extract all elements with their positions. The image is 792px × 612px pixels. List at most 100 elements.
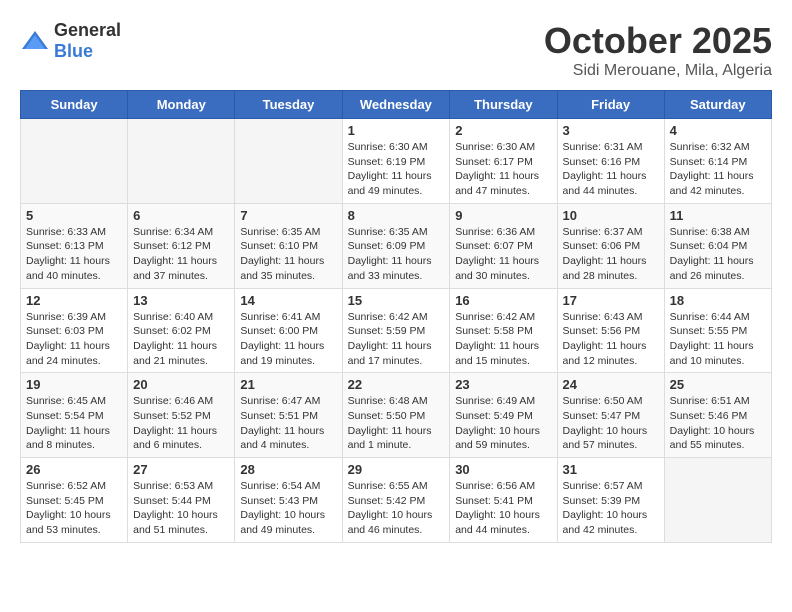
day-number: 6	[133, 208, 229, 223]
table-row: 9 Sunrise: 6:36 AM Sunset: 6:07 PM Daylig…	[450, 203, 557, 288]
day-info: Sunrise: 6:50 AM Sunset: 5:47 PM Dayligh…	[563, 394, 659, 453]
table-row: 31 Sunrise: 6:57 AM Sunset: 5:39 PM Dayli…	[557, 458, 664, 543]
logo-icon	[20, 29, 50, 53]
day-number: 1	[348, 123, 445, 138]
day-number: 7	[240, 208, 336, 223]
day-info: Sunrise: 6:40 AM Sunset: 6:02 PM Dayligh…	[133, 310, 229, 369]
day-number: 13	[133, 293, 229, 308]
table-row	[21, 119, 128, 204]
table-row: 3Sunrise: 6:31 AM Sunset: 6:16 PM Daylig…	[557, 119, 664, 204]
day-info: Sunrise: 6:49 AM Sunset: 5:49 PM Dayligh…	[455, 394, 551, 453]
day-info: Sunrise: 6:32 AM Sunset: 6:14 PM Dayligh…	[670, 140, 766, 199]
day-info: Sunrise: 6:42 AM Sunset: 5:58 PM Dayligh…	[455, 310, 551, 369]
day-number: 20	[133, 377, 229, 392]
table-row: 12Sunrise: 6:39 AM Sunset: 6:03 PM Dayli…	[21, 288, 128, 373]
day-number: 15	[348, 293, 445, 308]
day-number: 11	[670, 208, 766, 223]
month-title: October 2025	[544, 20, 772, 62]
day-number: 22	[348, 377, 445, 392]
table-row: 20 Sunrise: 6:46 AM Sunset: 5:52 PM Dayli…	[128, 373, 235, 458]
day-number: 16	[455, 293, 551, 308]
day-number: 14	[240, 293, 336, 308]
day-number: 12	[26, 293, 122, 308]
calendar-week-row: 1 Sunrise: 6:30 AM Sunset: 6:19 PM Daylig…	[21, 119, 772, 204]
day-number: 30	[455, 462, 551, 477]
calendar-week-row: 12Sunrise: 6:39 AM Sunset: 6:03 PM Dayli…	[21, 288, 772, 373]
logo: General Blue	[20, 20, 121, 62]
day-info: Sunrise: 6:42 AM Sunset: 5:59 PM Dayligh…	[348, 310, 445, 369]
calendar-week-row: 19Sunrise: 6:45 AM Sunset: 5:54 PM Dayli…	[21, 373, 772, 458]
day-info: Sunrise: 6:38 AM Sunset: 6:04 PM Dayligh…	[670, 225, 766, 284]
table-row: 11 Sunrise: 6:38 AM Sunset: 6:04 PM Dayli…	[664, 203, 771, 288]
table-row: 15 Sunrise: 6:42 AM Sunset: 5:59 PM Dayli…	[342, 288, 450, 373]
day-info: Sunrise: 6:31 AM Sunset: 6:16 PM Dayligh…	[563, 140, 659, 199]
col-saturday: Saturday	[664, 91, 771, 119]
table-row: 18Sunrise: 6:44 AM Sunset: 5:55 PM Dayli…	[664, 288, 771, 373]
table-row	[235, 119, 342, 204]
day-info: Sunrise: 6:35 AM Sunset: 6:09 PM Dayligh…	[348, 225, 445, 284]
table-row: 24 Sunrise: 6:50 AM Sunset: 5:47 PM Dayli…	[557, 373, 664, 458]
table-row: 1 Sunrise: 6:30 AM Sunset: 6:19 PM Daylig…	[342, 119, 450, 204]
day-info: Sunrise: 6:30 AM Sunset: 6:17 PM Dayligh…	[455, 140, 551, 199]
calendar-header-row: Sunday Monday Tuesday Wednesday Thursday…	[21, 91, 772, 119]
table-row: 17 Sunrise: 6:43 AM Sunset: 5:56 PM Dayli…	[557, 288, 664, 373]
day-number: 25	[670, 377, 766, 392]
day-number: 17	[563, 293, 659, 308]
table-row: 22Sunrise: 6:48 AM Sunset: 5:50 PM Dayli…	[342, 373, 450, 458]
day-info: Sunrise: 6:34 AM Sunset: 6:12 PM Dayligh…	[133, 225, 229, 284]
day-number: 10	[563, 208, 659, 223]
day-info: Sunrise: 6:51 AM Sunset: 5:46 PM Dayligh…	[670, 394, 766, 453]
col-friday: Friday	[557, 91, 664, 119]
day-info: Sunrise: 6:45 AM Sunset: 5:54 PM Dayligh…	[26, 394, 122, 453]
table-row	[664, 458, 771, 543]
calendar-week-row: 26 Sunrise: 6:52 AM Sunset: 5:45 PM Dayli…	[21, 458, 772, 543]
day-info: Sunrise: 6:47 AM Sunset: 5:51 PM Dayligh…	[240, 394, 336, 453]
day-number: 9	[455, 208, 551, 223]
day-number: 23	[455, 377, 551, 392]
logo-blue: Blue	[54, 41, 93, 61]
day-info: Sunrise: 6:43 AM Sunset: 5:56 PM Dayligh…	[563, 310, 659, 369]
col-wednesday: Wednesday	[342, 91, 450, 119]
day-number: 8	[348, 208, 445, 223]
day-info: Sunrise: 6:52 AM Sunset: 5:45 PM Dayligh…	[26, 479, 122, 538]
table-row: 25 Sunrise: 6:51 AM Sunset: 5:46 PM Dayli…	[664, 373, 771, 458]
day-info: Sunrise: 6:30 AM Sunset: 6:19 PM Dayligh…	[348, 140, 445, 199]
table-row: 14 Sunrise: 6:41 AM Sunset: 6:00 PM Dayli…	[235, 288, 342, 373]
header: General Blue October 2025 Sidi Merouane,…	[20, 20, 772, 80]
table-row: 21 Sunrise: 6:47 AM Sunset: 5:51 PM Dayli…	[235, 373, 342, 458]
table-row: 2 Sunrise: 6:30 AM Sunset: 6:17 PM Daylig…	[450, 119, 557, 204]
table-row: 4 Sunrise: 6:32 AM Sunset: 6:14 PM Daylig…	[664, 119, 771, 204]
day-info: Sunrise: 6:57 AM Sunset: 5:39 PM Dayligh…	[563, 479, 659, 538]
day-number: 21	[240, 377, 336, 392]
day-info: Sunrise: 6:44 AM Sunset: 5:55 PM Dayligh…	[670, 310, 766, 369]
day-info: Sunrise: 6:33 AM Sunset: 6:13 PM Dayligh…	[26, 225, 122, 284]
day-number: 31	[563, 462, 659, 477]
day-number: 2	[455, 123, 551, 138]
table-row: 29Sunrise: 6:55 AM Sunset: 5:42 PM Dayli…	[342, 458, 450, 543]
col-monday: Monday	[128, 91, 235, 119]
table-row: 19Sunrise: 6:45 AM Sunset: 5:54 PM Dayli…	[21, 373, 128, 458]
table-row: 6 Sunrise: 6:34 AM Sunset: 6:12 PM Daylig…	[128, 203, 235, 288]
day-number: 24	[563, 377, 659, 392]
table-row: 26 Sunrise: 6:52 AM Sunset: 5:45 PM Dayli…	[21, 458, 128, 543]
table-row	[128, 119, 235, 204]
day-info: Sunrise: 6:55 AM Sunset: 5:42 PM Dayligh…	[348, 479, 445, 538]
day-info: Sunrise: 6:41 AM Sunset: 6:00 PM Dayligh…	[240, 310, 336, 369]
table-row: 5 Sunrise: 6:33 AM Sunset: 6:13 PM Daylig…	[21, 203, 128, 288]
day-number: 27	[133, 462, 229, 477]
table-row: 23 Sunrise: 6:49 AM Sunset: 5:49 PM Dayli…	[450, 373, 557, 458]
location-subtitle: Sidi Merouane, Mila, Algeria	[544, 62, 772, 80]
day-info: Sunrise: 6:36 AM Sunset: 6:07 PM Dayligh…	[455, 225, 551, 284]
day-number: 5	[26, 208, 122, 223]
day-number: 26	[26, 462, 122, 477]
day-info: Sunrise: 6:37 AM Sunset: 6:06 PM Dayligh…	[563, 225, 659, 284]
day-number: 28	[240, 462, 336, 477]
table-row: 27Sunrise: 6:53 AM Sunset: 5:44 PM Dayli…	[128, 458, 235, 543]
col-thursday: Thursday	[450, 91, 557, 119]
day-info: Sunrise: 6:46 AM Sunset: 5:52 PM Dayligh…	[133, 394, 229, 453]
day-number: 4	[670, 123, 766, 138]
logo-text: General Blue	[54, 20, 121, 62]
day-info: Sunrise: 6:56 AM Sunset: 5:41 PM Dayligh…	[455, 479, 551, 538]
table-row: 8 Sunrise: 6:35 AM Sunset: 6:09 PM Daylig…	[342, 203, 450, 288]
calendar-week-row: 5 Sunrise: 6:33 AM Sunset: 6:13 PM Daylig…	[21, 203, 772, 288]
